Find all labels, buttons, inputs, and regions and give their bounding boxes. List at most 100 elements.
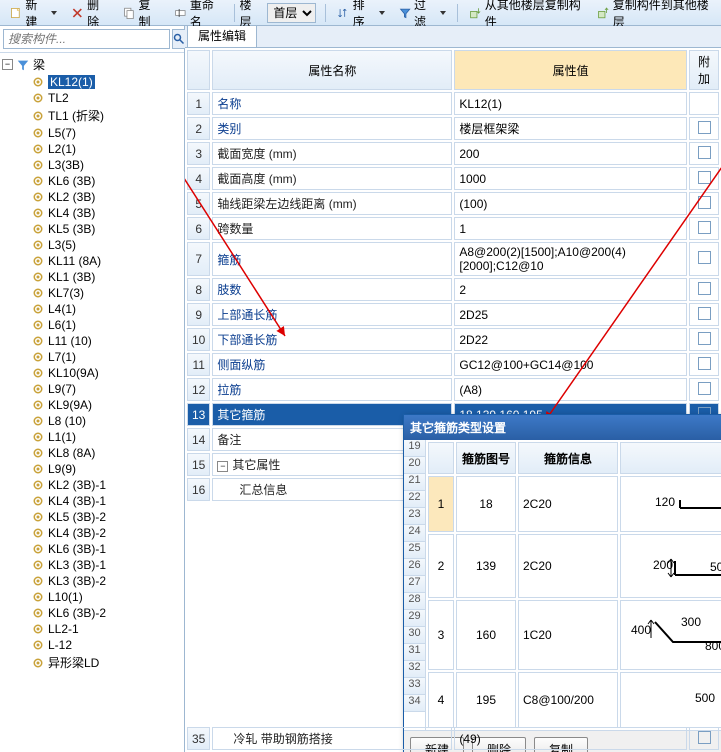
tree-item[interactable]: KL5 (3B)-2 [0,509,184,525]
checkbox[interactable] [698,382,711,395]
prop-value[interactable]: GC12@100+GC14@100 [454,353,687,376]
tree-item[interactable]: L3(5) [0,237,184,253]
table-row[interactable]: 2类别楼层框架梁 [187,117,719,140]
expand-icon[interactable]: − [217,461,228,472]
stirrup-row[interactable]: 1182C20120800 [428,476,721,532]
tree-item[interactable]: KL8 (8A) [0,445,184,461]
stirrup-row[interactable]: 31601C20400300300400800 [428,600,721,670]
table-row[interactable]: 8肢数2 [187,278,719,301]
table-row[interactable]: 3截面宽度 (mm)200 [187,142,719,165]
tree-item[interactable]: L6(1) [0,317,184,333]
tree-item[interactable]: L10(1) [0,589,184,605]
tree-item[interactable]: L1(1) [0,429,184,445]
checkbox[interactable] [698,332,711,345]
col-shape: 图形 [620,442,721,474]
checkbox[interactable] [698,171,711,184]
tree-item[interactable]: KL6 (3B)-1 [0,541,184,557]
tree-item[interactable]: KL5 (3B) [0,221,184,237]
prop-value[interactable]: 1 [454,217,687,240]
tree-item[interactable]: L4(1) [0,301,184,317]
search-button[interactable] [172,29,186,49]
table-row[interactable]: 11侧面纵筋GC12@100+GC14@100 [187,353,719,376]
prop-value[interactable]: 2 [454,278,687,301]
stirrup-no[interactable]: 160 [456,600,516,670]
table-row[interactable]: 12拉筋(A8) [187,378,719,401]
prop-value[interactable]: (49) [454,727,687,750]
table-row[interactable]: 4截面高度 (mm)1000 [187,167,719,190]
tree-panel: − 梁 KL12(1)TL2TL1 (折梁)L5(7)L2(1)L3(3B)KL… [0,26,185,752]
stirrup-no[interactable]: 195 [456,672,516,728]
tree-item[interactable]: TL1 (折梁) [0,106,184,125]
tree-item[interactable]: L7(1) [0,349,184,365]
tree-item[interactable]: KL6 (3B)-2 [0,605,184,621]
tree-item[interactable]: KL9(9A) [0,397,184,413]
stirrup-info[interactable]: 1C20 [518,600,618,670]
tree-item[interactable]: L2(1) [0,141,184,157]
table-row[interactable]: 6跨数量1 [187,217,719,240]
table-row[interactable]: 10下部通长筋2D22 [187,328,719,351]
tree-item[interactable]: KL10(9A) [0,365,184,381]
prop-value[interactable]: KL12(1) [454,92,687,115]
checkbox[interactable] [698,251,711,264]
tree-item[interactable]: L9(7) [0,381,184,397]
gear-icon [32,495,44,507]
tree-item[interactable]: L9(9) [0,461,184,477]
prop-value[interactable]: (100) [454,192,687,215]
tree-item[interactable]: KL6 (3B) [0,173,184,189]
prop-value[interactable]: A8@200(2)[1500];A10@200(4)[2000];C12@10 [454,242,687,276]
checkbox[interactable] [698,221,711,234]
tree-item[interactable]: KL1 (3B) [0,269,184,285]
table-row[interactable]: 1名称KL12(1) [187,92,719,115]
stirrup-no[interactable]: 139 [456,534,516,598]
tree-item[interactable]: 异形梁LD [0,653,184,672]
tree-item[interactable]: KL12(1) [0,74,184,90]
tree-item[interactable]: KL11 (8A) [0,253,184,269]
tree-item[interactable]: KL4 (3B) [0,205,184,221]
stirrup-info[interactable]: C8@100/200 [518,672,618,728]
tree-item[interactable]: L-12 [0,637,184,653]
tree-item[interactable]: L5(7) [0,125,184,141]
search-input[interactable] [3,29,170,49]
prop-value[interactable]: 2D22 [454,328,687,351]
table-row[interactable]: 7箍筋A8@200(2)[1500];A10@200(4)[2000];C12@… [187,242,719,276]
prop-name: 拉筋 [212,378,452,401]
checkbox[interactable] [698,282,711,295]
table-row[interactable]: 5轴线距梁左边线距离 (mm)(100) [187,192,719,215]
prop-value[interactable]: 2D25 [454,303,687,326]
prop-value[interactable]: 楼层框架梁 [454,117,687,140]
collapse-icon[interactable]: − [2,59,13,70]
tree-item[interactable]: L11 (10) [0,333,184,349]
stirrup-no[interactable]: 18 [456,476,516,532]
gear-icon [32,607,44,619]
prop-value[interactable]: 200 [454,142,687,165]
stirrup-row[interactable]: 4195C8@100/200500300 [428,672,721,728]
prop-name: 截面宽度 (mm) [212,142,452,165]
stirrup-row[interactable]: 21392C20200500150200 [428,534,721,598]
tree-item[interactable]: KL4 (3B)-1 [0,493,184,509]
checkbox[interactable] [698,357,711,370]
table-row[interactable]: 9上部通长筋2D25 [187,303,719,326]
checkbox[interactable] [698,731,711,744]
tree-item[interactable]: KL2 (3B) [0,189,184,205]
tree-item[interactable]: LL2-1 [0,621,184,637]
stirrup-info[interactable]: 2C20 [518,476,618,532]
stirrup-info[interactable]: 2C20 [518,534,618,598]
tree-item-label: TL2 [48,91,69,105]
checkbox[interactable] [698,307,711,320]
tree-item[interactable]: KL3 (3B)-2 [0,573,184,589]
tree-item[interactable]: KL7(3) [0,285,184,301]
tree-item[interactable]: L3(3B) [0,157,184,173]
tree-item[interactable]: L8 (10) [0,413,184,429]
checkbox[interactable] [698,146,711,159]
tree-item[interactable]: KL2 (3B)-1 [0,477,184,493]
tree-item[interactable]: KL3 (3B)-1 [0,557,184,573]
tree-item[interactable]: KL4 (3B)-2 [0,525,184,541]
tree-root[interactable]: − 梁 [0,55,184,74]
prop-value[interactable]: (A8) [454,378,687,401]
checkbox[interactable] [698,121,711,134]
tab-property-edit[interactable]: 属性编辑 [187,26,257,47]
floor-select[interactable]: 首层 [267,3,316,23]
tree-item[interactable]: TL2 [0,90,184,106]
checkbox[interactable] [698,196,711,209]
prop-value[interactable]: 1000 [454,167,687,190]
